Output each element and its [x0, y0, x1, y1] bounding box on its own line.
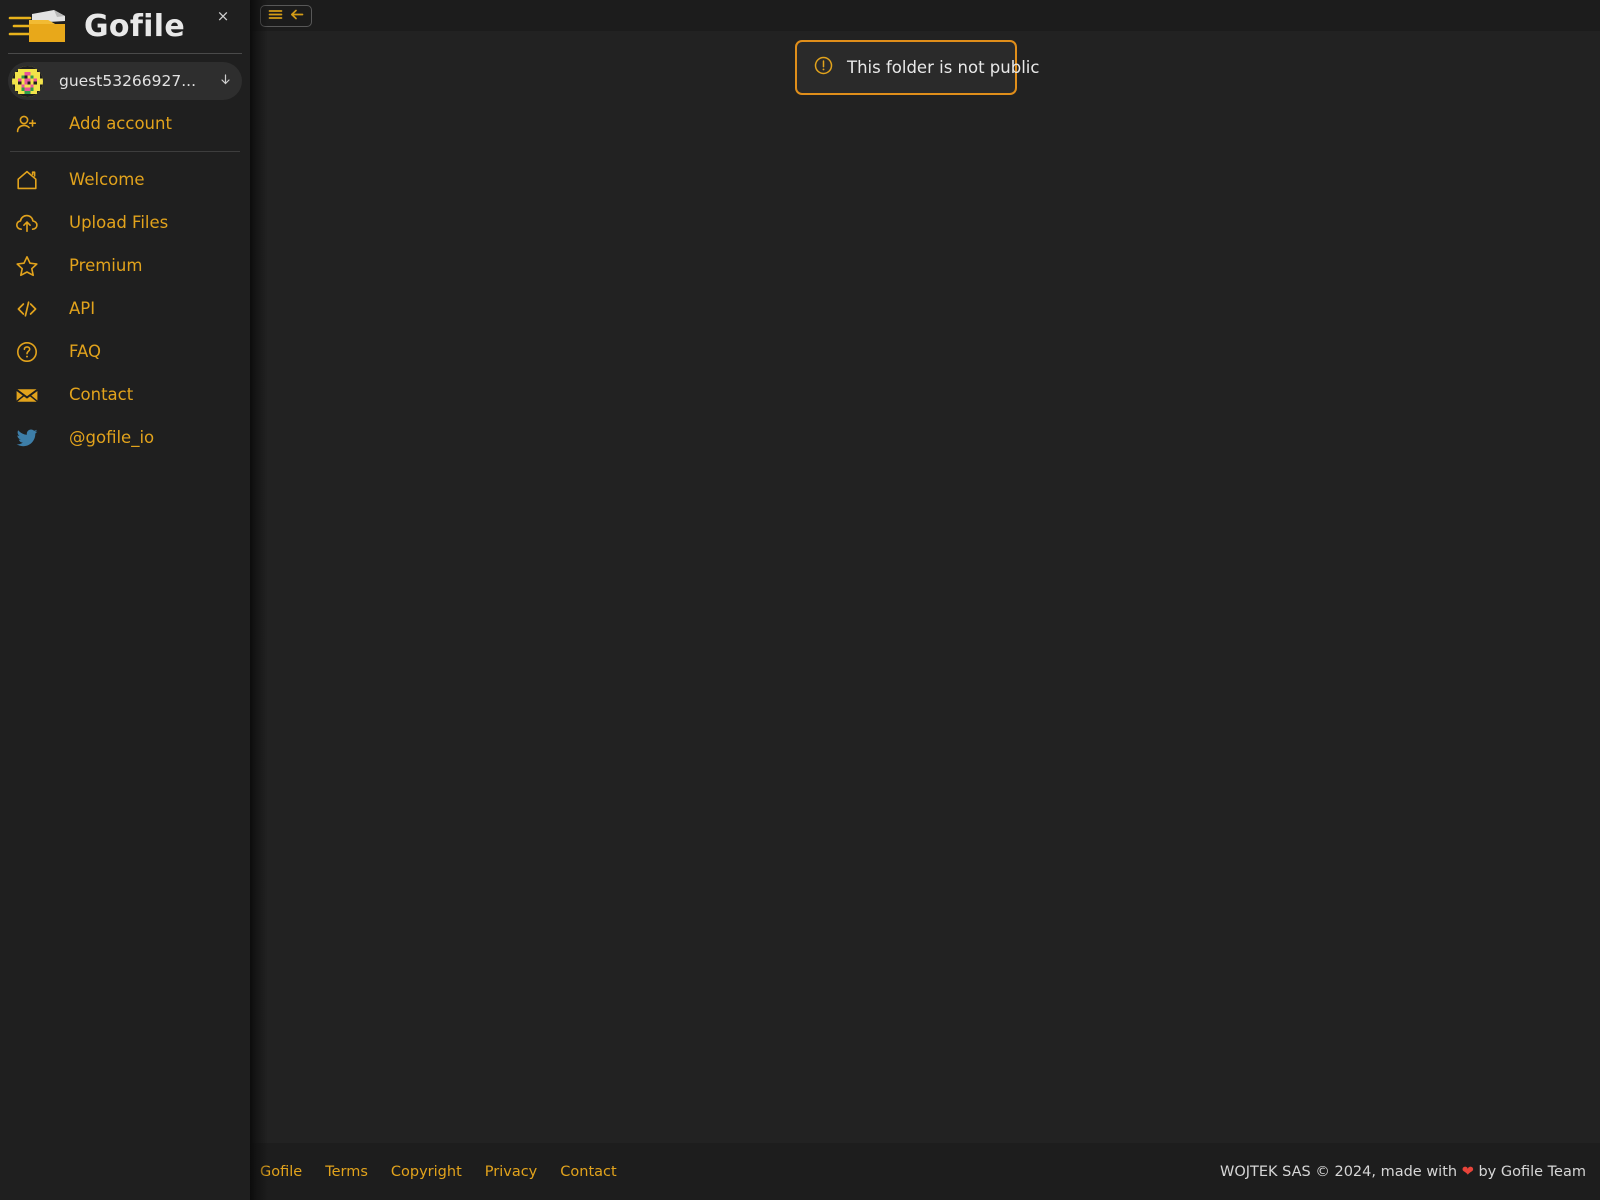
footer-link-privacy[interactable]: Privacy [485, 1164, 538, 1180]
toolbar [250, 0, 1600, 31]
envelope-icon [10, 383, 44, 407]
sidebar-item-label: Premium [69, 256, 143, 275]
sidebar-brand: Gofile × [0, 0, 250, 53]
footer-link-gofile[interactable]: Gofile [260, 1164, 302, 1180]
sidebar-item-add-account[interactable]: Add account [0, 102, 250, 145]
question-circle-icon [10, 340, 44, 364]
sidebar-item-label: API [69, 299, 96, 318]
warning-circle-icon [814, 56, 833, 79]
sidebar-item-faq[interactable]: FAQ [0, 330, 250, 373]
arrow-left-icon[interactable] [290, 6, 304, 25]
star-icon [10, 254, 44, 278]
copyright-text: WOJTEK SAS © 2024, made with ❤ by Gofile… [1220, 1164, 1586, 1180]
home-icon [10, 168, 44, 192]
sidebar-item-label: @gofile_io [69, 428, 155, 447]
sidebar-item-upload-files[interactable]: Upload Files [0, 201, 250, 244]
gofile-folder-logo-icon [8, 6, 70, 48]
sidebar-item-premium[interactable]: Premium [0, 244, 250, 287]
sidebar: Gofile × guest53266927... Add account We… [0, 0, 250, 1200]
app-root: Gofile × guest53266927... Add account We… [0, 0, 1600, 1200]
footer: Gofile Terms Copyright Privacy Contact W… [250, 1143, 1600, 1200]
sidebar-divider [10, 151, 240, 152]
sidebar-item-label: Upload Files [69, 213, 169, 232]
copyright-prefix: WOJTEK SAS © 2024, made with [1219, 1163, 1458, 1180]
status-badge: This folder is not public [795, 40, 1039, 95]
twitter-bird-icon [10, 426, 44, 450]
sidebar-item-label: Add account [69, 114, 172, 133]
page-title: Gofile [84, 9, 185, 44]
copyright-suffix: by Gofile Team [1478, 1163, 1586, 1180]
content-area: This folder is not public [250, 31, 1600, 1143]
footer-link-terms[interactable]: Terms [325, 1164, 368, 1180]
sidebar-item-welcome[interactable]: Welcome [0, 158, 250, 201]
hamburger-menu-icon[interactable] [268, 6, 283, 25]
code-brackets-icon [10, 297, 44, 321]
brand-divider [8, 53, 242, 54]
alert-message: This folder is not public [847, 58, 1040, 77]
sidebar-item-api[interactable]: API [0, 287, 250, 330]
footer-link-copyright[interactable]: Copyright [391, 1164, 462, 1180]
sidebar-item-label: Contact [69, 385, 134, 404]
main-area: This folder is not public Gofile Terms C… [250, 0, 1600, 1200]
toolbar-nav-group[interactable] [260, 4, 312, 27]
footer-link-contact[interactable]: Contact [560, 1164, 616, 1180]
account-switcher[interactable]: guest53266927... [8, 62, 242, 100]
sidebar-item-label: FAQ [69, 342, 101, 361]
account-name: guest53266927... [59, 72, 197, 90]
footer-links: Gofile Terms Copyright Privacy Contact [260, 1164, 617, 1180]
chevron-down-icon[interactable] [219, 73, 232, 90]
sidebar-item-contact[interactable]: Contact [0, 373, 250, 416]
sidebar-nav: Add account Welcome Upload Files Premium… [0, 102, 250, 459]
avatar [12, 65, 43, 97]
heart-icon: ❤ [1461, 1163, 1474, 1180]
user-plus-icon [10, 112, 44, 136]
close-icon[interactable]: × [212, 5, 234, 27]
sidebar-item-twitter[interactable]: @gofile_io [0, 416, 250, 459]
sidebar-item-label: Welcome [69, 170, 145, 189]
cloud-upload-icon [10, 211, 44, 235]
